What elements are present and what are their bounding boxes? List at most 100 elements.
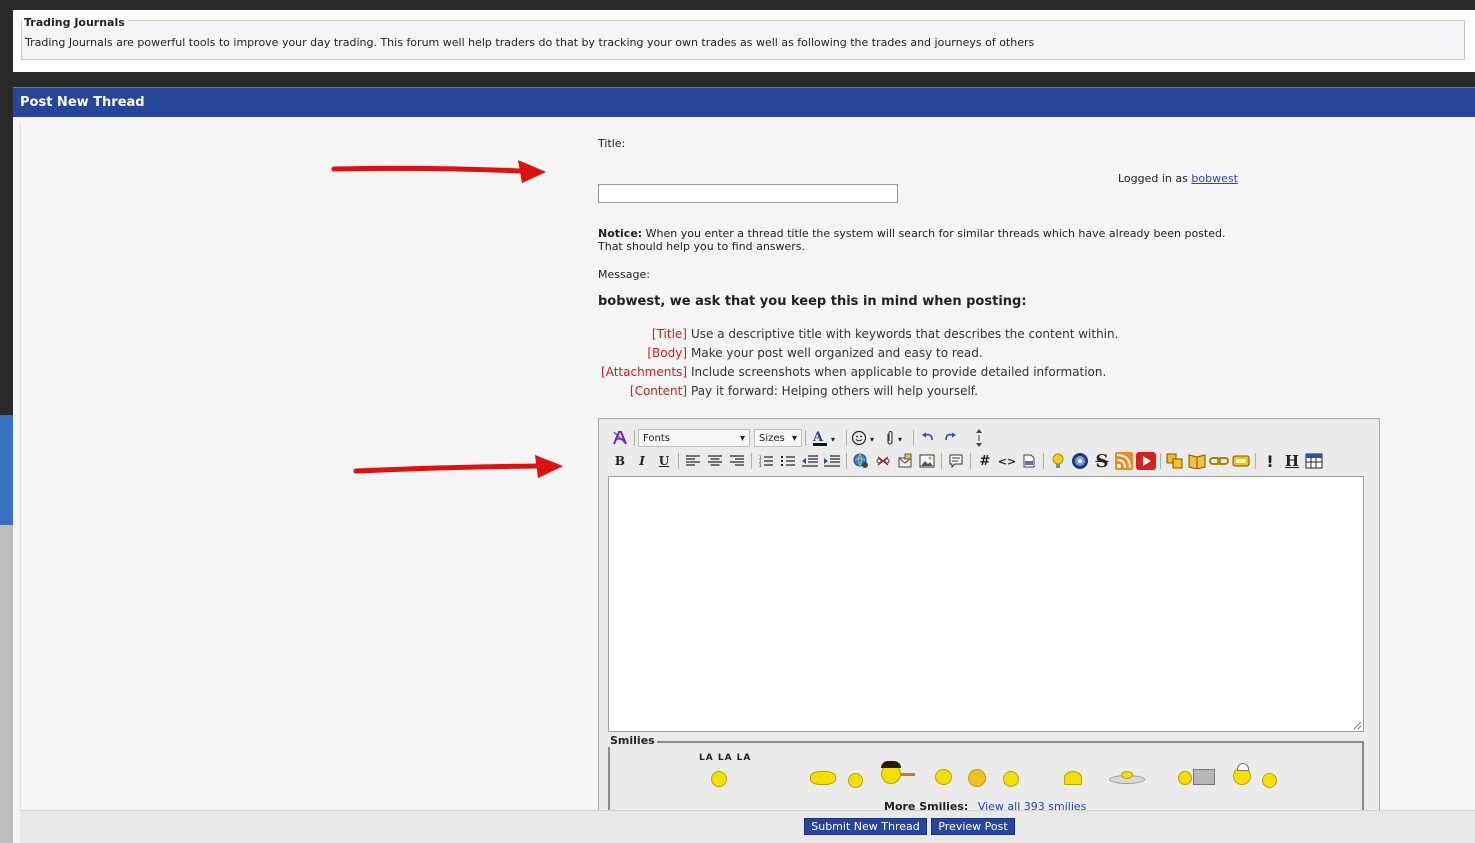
rule-tag: [Attachments] (601, 365, 687, 379)
preview-post-button[interactable]: Preview Post (931, 818, 1015, 835)
sleeping-smiley-icon[interactable] (1064, 771, 1082, 785)
underline-button[interactable]: U (653, 451, 675, 471)
message-textarea[interactable] (608, 476, 1364, 732)
toolbar-row-2: B I U 123 # <> S ! H (609, 451, 1325, 472)
cool-smiley-icon[interactable] (935, 769, 952, 785)
resize-editor-icon[interactable] (968, 428, 990, 448)
remove-format-icon[interactable] (609, 428, 631, 448)
wavy-smiley-icon[interactable] (810, 771, 836, 785)
undo-icon[interactable] (917, 428, 939, 448)
smiley-pencil-icon (901, 773, 915, 776)
posting-guidelines-heading: bobwest, we ask that you keep this in mi… (598, 294, 1027, 309)
logged-in-line: Logged in as bobwest (1118, 172, 1238, 185)
youtube-icon[interactable] (1135, 451, 1157, 471)
align-right-icon[interactable] (726, 451, 748, 471)
title-label: Title: (598, 137, 626, 150)
sizes-select-label: Sizes (759, 432, 785, 444)
svg-text:A: A (812, 430, 824, 445)
notice-text: Notice: When you enter a thread title th… (598, 227, 1225, 253)
insert-table-icon[interactable] (1303, 451, 1325, 471)
sizes-select[interactable]: Sizes ▾ (754, 429, 802, 447)
insert-link-icon[interactable] (850, 451, 872, 471)
notice-label: Notice: (598, 227, 643, 240)
toolbar-separator (1255, 453, 1256, 469)
toolbar-separator (1043, 453, 1044, 469)
ticket-icon[interactable] (1230, 451, 1252, 471)
insert-smilie-icon[interactable]: ▾ (850, 428, 882, 448)
svg-text:▾: ▾ (831, 435, 835, 444)
rule-tag: [Body] (647, 346, 687, 360)
submit-new-thread-button[interactable]: Submit New Thread (804, 818, 927, 835)
chevron-down-icon: ▾ (739, 432, 745, 444)
title-input[interactable] (598, 184, 898, 203)
toolbar-separator (678, 453, 679, 469)
left-background-blue (0, 415, 14, 525)
attachment-icon[interactable]: ▾ (882, 428, 910, 448)
chevron-down-icon: ▾ (791, 432, 797, 444)
pacman-smiley-icon[interactable] (1003, 771, 1019, 787)
strikethrough-button[interactable]: S (1091, 451, 1113, 472)
fonts-select-label: Fonts (643, 432, 670, 444)
annotation-arrow-title-icon (331, 160, 546, 183)
toolbar-separator (846, 430, 847, 446)
notice-body: When you enter a thread title the system… (645, 227, 1226, 240)
copy-icon[interactable] (1164, 451, 1186, 471)
lightbulb-icon[interactable] (1047, 451, 1069, 471)
code-button[interactable]: <> (996, 451, 1018, 471)
rule-body: [Body] Make your post well organized and … (461, 346, 982, 364)
smiley-hair-icon (881, 761, 901, 768)
ordered-list-icon[interactable]: 123 (755, 451, 777, 471)
smilies-legend: Smilies (608, 734, 657, 747)
media-disc-icon[interactable] (1069, 451, 1091, 471)
fonts-select[interactable]: Fonts ▾ (638, 429, 750, 447)
rss-feed-icon[interactable] (1113, 451, 1135, 471)
lala-text: LA LA LA (699, 753, 752, 763)
section-gap (13, 72, 1475, 87)
rule-tag: [Title] (651, 327, 687, 341)
smile-icon[interactable] (848, 773, 863, 788)
align-center-icon[interactable] (704, 451, 726, 471)
redo-icon[interactable] (939, 428, 961, 448)
message-editor: Fonts ▾ Sizes ▾ A ▾ ▾ ▾ B I U 1 2 3 # <>… (598, 418, 1380, 831)
php-code-icon[interactable] (1018, 451, 1040, 471)
exclamation-button[interactable]: ! (1259, 451, 1281, 471)
toolbar-separator (913, 430, 914, 446)
computer-monitor-icon (1193, 769, 1215, 785)
svg-text:3: 3 (759, 463, 762, 467)
align-left-icon[interactable] (682, 451, 704, 471)
email-link-icon[interactable] (894, 451, 916, 471)
horizontal-rule-button[interactable]: H (1281, 451, 1303, 471)
unlink-icon[interactable] (872, 451, 894, 471)
unordered-list-icon[interactable] (777, 451, 799, 471)
toolbar-separator (970, 453, 971, 469)
saucer-smiley-icon (1121, 771, 1133, 779)
hash-button[interactable]: # (974, 451, 996, 471)
form-panel: Title: Logged in as bobwest Notice: When… (20, 122, 1475, 831)
quote-icon[interactable] (945, 451, 967, 471)
chain-link-icon[interactable] (1208, 451, 1230, 471)
forum-info-box: Trading Journals Trading Journals are po… (13, 10, 1475, 72)
toolbar-separator (634, 430, 635, 446)
italic-button[interactable]: I (631, 451, 653, 471)
annotation-arrow-message-icon (353, 455, 563, 478)
resize-grip-icon[interactable] (1352, 720, 1362, 730)
toolbar-separator (846, 453, 847, 469)
computer-smiley-icon[interactable] (1178, 771, 1192, 785)
svg-text:▾: ▾ (870, 435, 874, 444)
kissing-smiley-icon[interactable] (968, 769, 986, 787)
grin-smiley-icon[interactable] (1262, 773, 1277, 788)
insert-image-icon[interactable] (916, 451, 938, 471)
outdent-icon[interactable] (799, 451, 821, 471)
username-link[interactable]: bobwest (1191, 172, 1238, 185)
lala-smiley-icon[interactable] (711, 771, 727, 787)
indent-icon[interactable] (821, 451, 843, 471)
toolbar-separator (805, 430, 806, 446)
form-footer: Submit New Thread Preview Post (20, 811, 1475, 843)
rule-attachments: [Attachments] Include screenshots when ap… (461, 365, 1106, 383)
top-dark-strip (0, 0, 1475, 10)
toolbar-separator (751, 453, 752, 469)
font-color-icon[interactable]: A ▾ (809, 428, 843, 448)
book-icon[interactable] (1186, 451, 1208, 471)
bold-button[interactable]: B (609, 451, 631, 471)
